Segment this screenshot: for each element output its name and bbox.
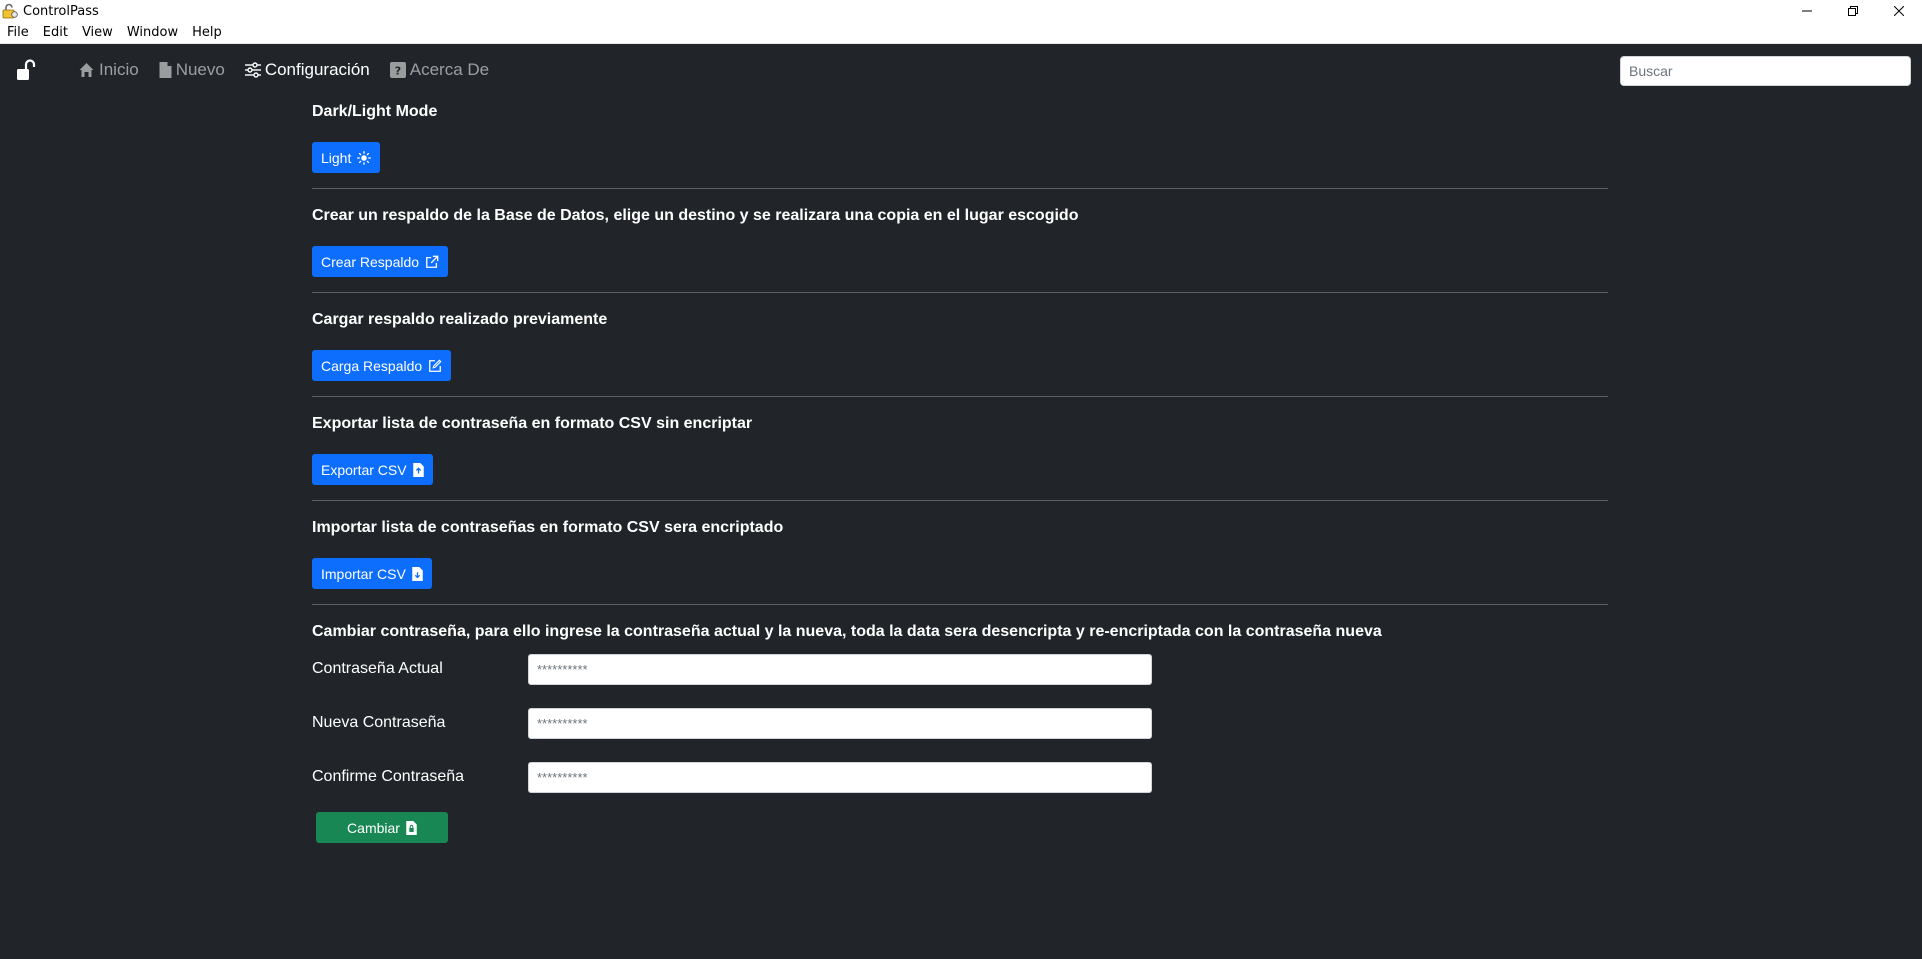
backup-section-title: Crear un respaldo de la Base de Datos, e… <box>312 207 1079 224</box>
nav-nuevo-label: Nuevo <box>175 60 225 79</box>
menu-bar: File Edit View Window Help <box>0 22 1922 44</box>
export-csv-label: Exportar CSV <box>321 461 407 478</box>
import-section-title: Importar lista de contraseñas en formato… <box>312 519 784 536</box>
confirm-password-row: Confirme Contraseña <box>312 750 1608 804</box>
nav-nuevo[interactable]: Nuevo <box>159 60 225 80</box>
pencil-square-icon <box>429 359 442 372</box>
navbar: Inicio Nuevo Configuración ? Acerca De <box>0 44 1922 96</box>
backup-section: Crear un respaldo de la Base de Datos, e… <box>312 206 1608 293</box>
current-password-label: Contraseña Actual <box>312 660 443 677</box>
create-backup-button[interactable]: Crear Respaldo <box>312 246 449 277</box>
theme-section: Dark/Light Mode Light <box>312 102 1608 189</box>
confirm-password-label: Confirme Contraseña <box>312 768 465 785</box>
light-mode-button[interactable]: Light <box>312 142 381 173</box>
export-section-title: Exportar lista de contraseña en formato … <box>312 415 753 432</box>
password-section-title: Cambiar contraseña, para ello ingrese la… <box>312 623 1382 640</box>
svg-text:?: ? <box>395 65 401 78</box>
title-bar: ControlPass <box>0 0 1922 22</box>
file-import-icon <box>412 566 423 581</box>
minimize-button[interactable] <box>1784 0 1830 22</box>
import-csv-label: Importar CSV <box>321 565 406 582</box>
restore-icon <box>1848 6 1858 16</box>
nav-configuracion[interactable]: Configuración <box>244 60 370 80</box>
light-mode-label: Light <box>321 149 352 166</box>
restore-section: Cargar respaldo realizado previamente Ca… <box>312 310 1608 397</box>
settings-content: Dark/Light Mode Light Crear un respaldo … <box>312 96 1608 875</box>
nav-configuracion-label: Configuración <box>264 60 370 79</box>
menu-help[interactable]: Help <box>185 23 229 43</box>
file-export-icon <box>412 462 424 477</box>
export-section: Exportar lista de contraseña en formato … <box>312 414 1608 501</box>
question-square-icon: ? <box>389 62 406 78</box>
export-csv-button[interactable]: Exportar CSV <box>312 454 433 485</box>
load-backup-label: Carga Respaldo <box>321 357 423 374</box>
change-password-label: Cambiar <box>347 819 400 836</box>
window-title: ControlPass <box>23 3 99 19</box>
search-input[interactable] <box>1620 56 1911 86</box>
unlock-icon[interactable] <box>16 59 36 83</box>
nav-inicio-label: Inicio <box>99 60 139 79</box>
minimize-icon <box>1802 10 1812 12</box>
close-icon <box>1894 6 1904 16</box>
nav-inicio[interactable]: Inicio <box>78 60 139 80</box>
file-lock-icon <box>406 820 417 835</box>
menu-view[interactable]: View <box>75 23 120 43</box>
box-arrow-up-right-icon <box>426 255 439 268</box>
change-password-button[interactable]: Cambiar <box>316 812 448 843</box>
theme-section-title: Dark/Light Mode <box>312 103 438 120</box>
menu-window[interactable]: Window <box>120 23 185 43</box>
nav-acerca-de[interactable]: ? Acerca De <box>389 60 490 80</box>
confirm-password-input[interactable] <box>528 761 1152 793</box>
load-backup-button[interactable]: Carga Respaldo <box>312 350 452 381</box>
create-backup-label: Crear Respaldo <box>321 253 420 270</box>
sliders-icon <box>244 62 261 78</box>
house-icon <box>79 63 94 77</box>
close-button[interactable] <box>1876 0 1922 22</box>
menu-edit[interactable]: Edit <box>36 23 75 43</box>
current-password-row: Contraseña Actual <box>312 642 1608 696</box>
file-icon <box>159 62 172 78</box>
new-password-row: Nueva Contraseña <box>312 696 1608 750</box>
new-password-input[interactable] <box>528 707 1152 739</box>
password-section: Cambiar contraseña, para ello ingrese la… <box>312 622 1608 858</box>
nav-acerca-de-label: Acerca De <box>409 60 490 79</box>
app-lock-icon <box>2 3 18 19</box>
menu-file[interactable]: File <box>0 23 36 43</box>
restore-button[interactable] <box>1830 0 1876 22</box>
import-section: Importar lista de contraseñas en formato… <box>312 518 1608 605</box>
restore-section-title: Cargar respaldo realizado previamente <box>312 311 608 328</box>
current-password-input[interactable] <box>528 653 1152 685</box>
import-csv-button[interactable]: Importar CSV <box>312 558 432 589</box>
new-password-label: Nueva Contraseña <box>312 714 446 731</box>
sun-icon <box>357 150 372 165</box>
